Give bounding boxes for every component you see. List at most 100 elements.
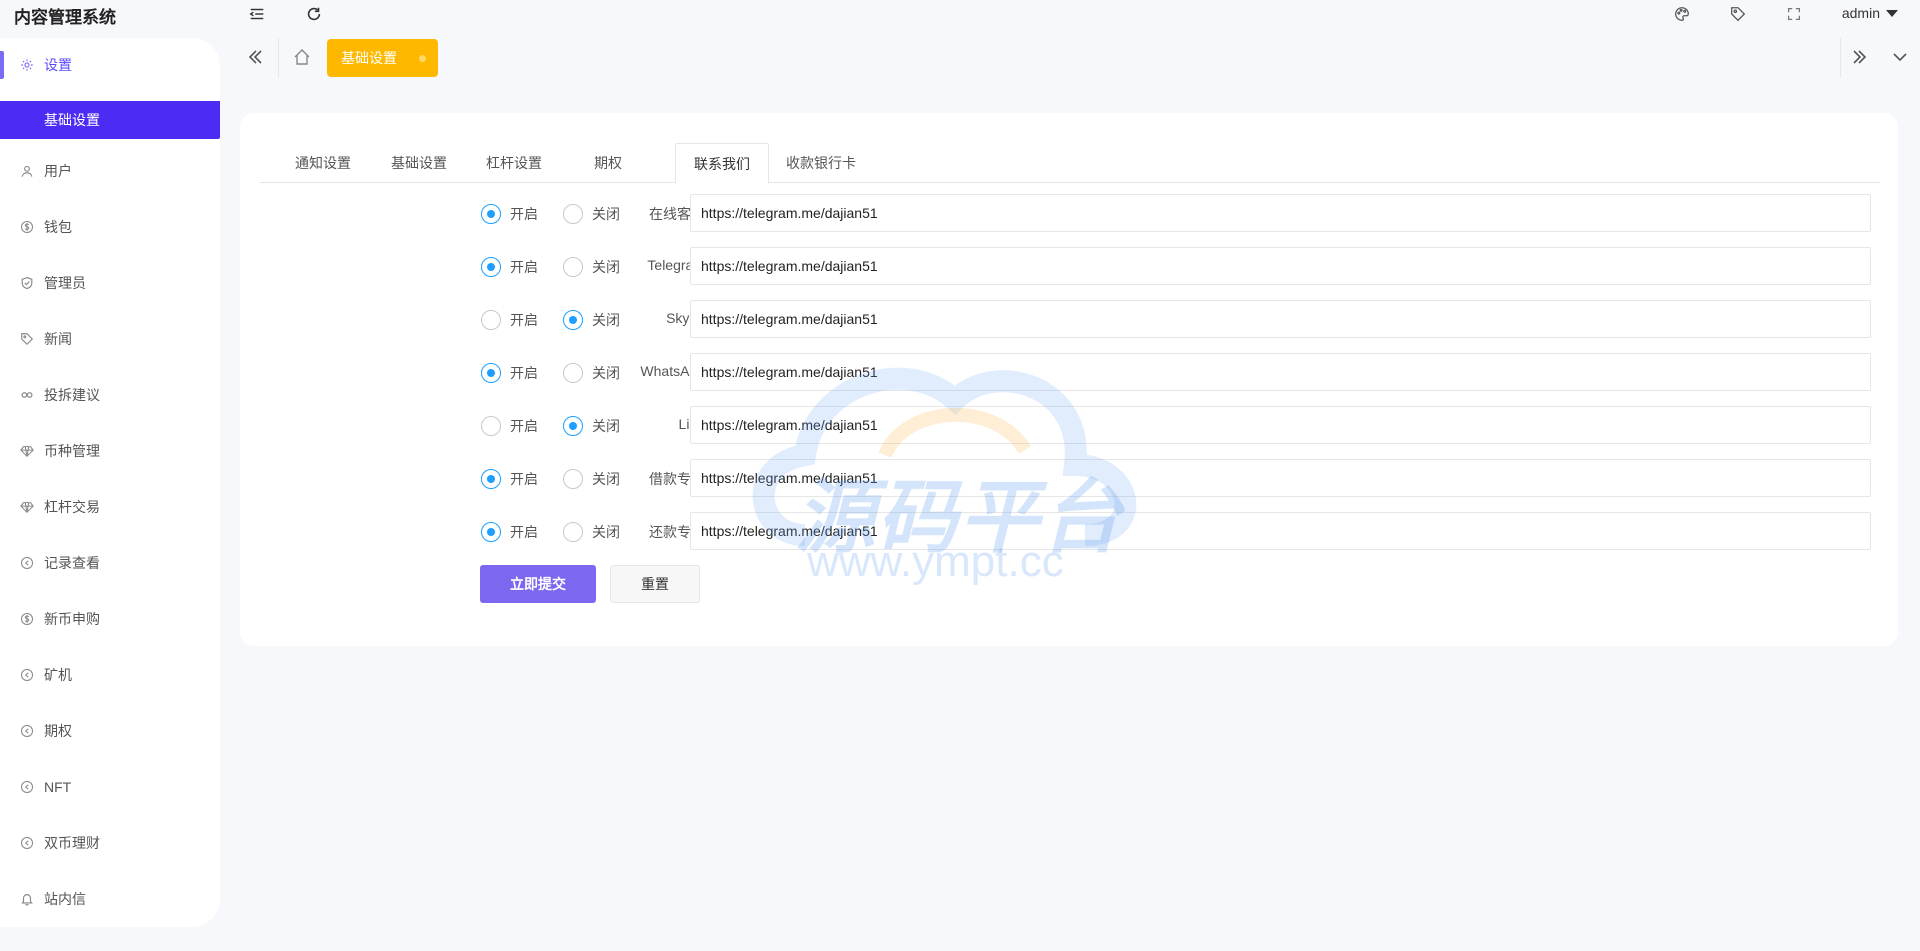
divider bbox=[1840, 38, 1841, 78]
palette-icon[interactable] bbox=[1672, 4, 1692, 24]
radio-enable[interactable]: 开启 bbox=[481, 204, 538, 224]
sidebar-item[interactable]: 站内信 bbox=[0, 881, 220, 917]
sidebar-item[interactable]: 新币申购 bbox=[0, 601, 220, 637]
radio-disable[interactable]: 关闭 bbox=[563, 416, 620, 436]
refresh-icon[interactable] bbox=[304, 4, 324, 24]
sidebar-item[interactable]: 杠杆交易 bbox=[0, 489, 220, 525]
top-header: 内容管理系统 admin bbox=[0, 0, 1920, 30]
radio-label: 开启 bbox=[510, 471, 538, 487]
radio-label: 开启 bbox=[510, 259, 538, 275]
sidebar-item[interactable]: 钱包 bbox=[0, 209, 220, 245]
radio-disable[interactable]: 关闭 bbox=[563, 310, 620, 330]
contact-row: Line开启关闭 bbox=[240, 406, 1898, 444]
sidebar-item[interactable]: 投拆建议 bbox=[0, 377, 220, 413]
contact-url-input[interactable] bbox=[690, 353, 1871, 391]
radio-circle bbox=[481, 363, 501, 383]
radio-disable[interactable]: 关闭 bbox=[563, 204, 620, 224]
submit-button[interactable]: 立即提交 bbox=[480, 565, 596, 603]
dollar-icon bbox=[20, 612, 34, 626]
tab[interactable]: 基础设置 bbox=[373, 143, 465, 183]
radio-label: 关闭 bbox=[592, 418, 620, 434]
contact-url-input[interactable] bbox=[690, 406, 1871, 444]
tag-dot bbox=[419, 55, 426, 62]
circle-arrow-icon bbox=[20, 724, 34, 738]
radio-label: 关闭 bbox=[592, 206, 620, 222]
radio-label: 开启 bbox=[510, 418, 538, 434]
radio-label: 关闭 bbox=[592, 471, 620, 487]
radio-disable[interactable]: 关闭 bbox=[563, 469, 620, 489]
fullscreen-icon[interactable] bbox=[1784, 4, 1804, 24]
user-menu[interactable]: admin bbox=[1842, 5, 1898, 21]
radio-enable[interactable]: 开启 bbox=[481, 257, 538, 277]
radio-enable[interactable]: 开启 bbox=[481, 522, 538, 542]
tag-icon bbox=[20, 332, 34, 346]
sidebar-item-label: 用户 bbox=[44, 163, 72, 179]
sidebar-item-label: 投拆建议 bbox=[44, 387, 100, 403]
radio-enable[interactable]: 开启 bbox=[481, 469, 538, 489]
sidebar-item-label: 杠杆交易 bbox=[44, 499, 100, 515]
user-name: admin bbox=[1841, 5, 1880, 21]
sidebar-submenu: 基础设置 bbox=[0, 99, 220, 143]
diamond-icon bbox=[20, 444, 34, 458]
sidebar-item[interactable]: 期权 bbox=[0, 713, 220, 749]
tab[interactable]: 通知设置 bbox=[278, 143, 368, 183]
radio-circle bbox=[481, 469, 501, 489]
shield-icon bbox=[20, 276, 34, 290]
circle-arrow-icon bbox=[20, 668, 34, 682]
contact-url-input[interactable] bbox=[690, 512, 1871, 550]
tag-label: 基础设置 bbox=[341, 50, 397, 66]
sidebar-item-label: 双币理财 bbox=[44, 835, 100, 851]
sidebar-subitem-basic-settings[interactable]: 基础设置 bbox=[0, 101, 220, 139]
radio-disable[interactable]: 关闭 bbox=[563, 257, 620, 277]
tab[interactable]: 联系我们 bbox=[675, 143, 769, 184]
home-icon[interactable] bbox=[292, 47, 312, 67]
tag-basic-settings[interactable]: 基础设置 bbox=[327, 39, 438, 77]
tag-icon[interactable] bbox=[1728, 4, 1748, 24]
sidebar-item[interactable]: 新闻 bbox=[0, 321, 220, 357]
sidebar-group-settings[interactable]: 设置 bbox=[0, 47, 220, 83]
radio-enable[interactable]: 开启 bbox=[481, 363, 538, 383]
radio-circle bbox=[481, 522, 501, 542]
sidebar-item-label: 矿机 bbox=[44, 667, 72, 683]
sidebar-item-label: 新币申购 bbox=[44, 611, 100, 627]
sidebar-item-label: 管理员 bbox=[44, 275, 86, 291]
app-title: 内容管理系统 bbox=[14, 8, 116, 27]
chevron-down-icon bbox=[1886, 9, 1898, 17]
tags-menu-chevron-icon[interactable] bbox=[1887, 44, 1913, 70]
sidebar-item[interactable]: 币种管理 bbox=[0, 433, 220, 469]
radio-label: 关闭 bbox=[592, 259, 620, 275]
reset-button[interactable]: 重置 bbox=[610, 565, 700, 603]
radio-label: 开启 bbox=[510, 206, 538, 222]
dollar-icon bbox=[20, 220, 34, 234]
tab[interactable]: 杠杆设置 bbox=[468, 143, 560, 183]
sidebar-item-label: 期权 bbox=[44, 723, 72, 739]
sidebar-item[interactable]: 双币理财 bbox=[0, 825, 220, 861]
contact-url-input[interactable] bbox=[690, 459, 1871, 497]
radio-label: 关闭 bbox=[592, 524, 620, 540]
radio-label: 开启 bbox=[510, 365, 538, 381]
tags-scroll-right-icon[interactable] bbox=[1847, 44, 1873, 70]
tab[interactable]: 期权 bbox=[560, 143, 656, 183]
radio-enable[interactable]: 开启 bbox=[481, 416, 538, 436]
contact-url-input[interactable] bbox=[690, 247, 1871, 285]
radio-circle bbox=[563, 416, 583, 436]
radio-disable[interactable]: 关闭 bbox=[563, 363, 620, 383]
divider bbox=[278, 38, 279, 78]
radio-circle bbox=[563, 257, 583, 277]
radio-enable[interactable]: 开启 bbox=[481, 310, 538, 330]
sidebar-item[interactable]: NFT bbox=[0, 769, 220, 805]
menu-collapse-icon[interactable] bbox=[247, 4, 267, 24]
radio-label: 关闭 bbox=[592, 312, 620, 328]
sidebar-item[interactable]: 记录查看 bbox=[0, 545, 220, 581]
contact-url-input[interactable] bbox=[690, 194, 1871, 232]
radio-label: 开启 bbox=[510, 312, 538, 328]
sidebar-item[interactable]: 管理员 bbox=[0, 265, 220, 301]
tags-scroll-left-icon[interactable] bbox=[242, 44, 268, 70]
radio-circle bbox=[563, 310, 583, 330]
radio-disable[interactable]: 关闭 bbox=[563, 522, 620, 542]
tab[interactable]: 收款银行卡 bbox=[772, 143, 870, 183]
sidebar-item[interactable]: 用户 bbox=[0, 153, 220, 189]
contact-url-input[interactable] bbox=[690, 300, 1871, 338]
sidebar-item[interactable]: 矿机 bbox=[0, 657, 220, 693]
sidebar-item-label: 新闻 bbox=[44, 331, 72, 347]
